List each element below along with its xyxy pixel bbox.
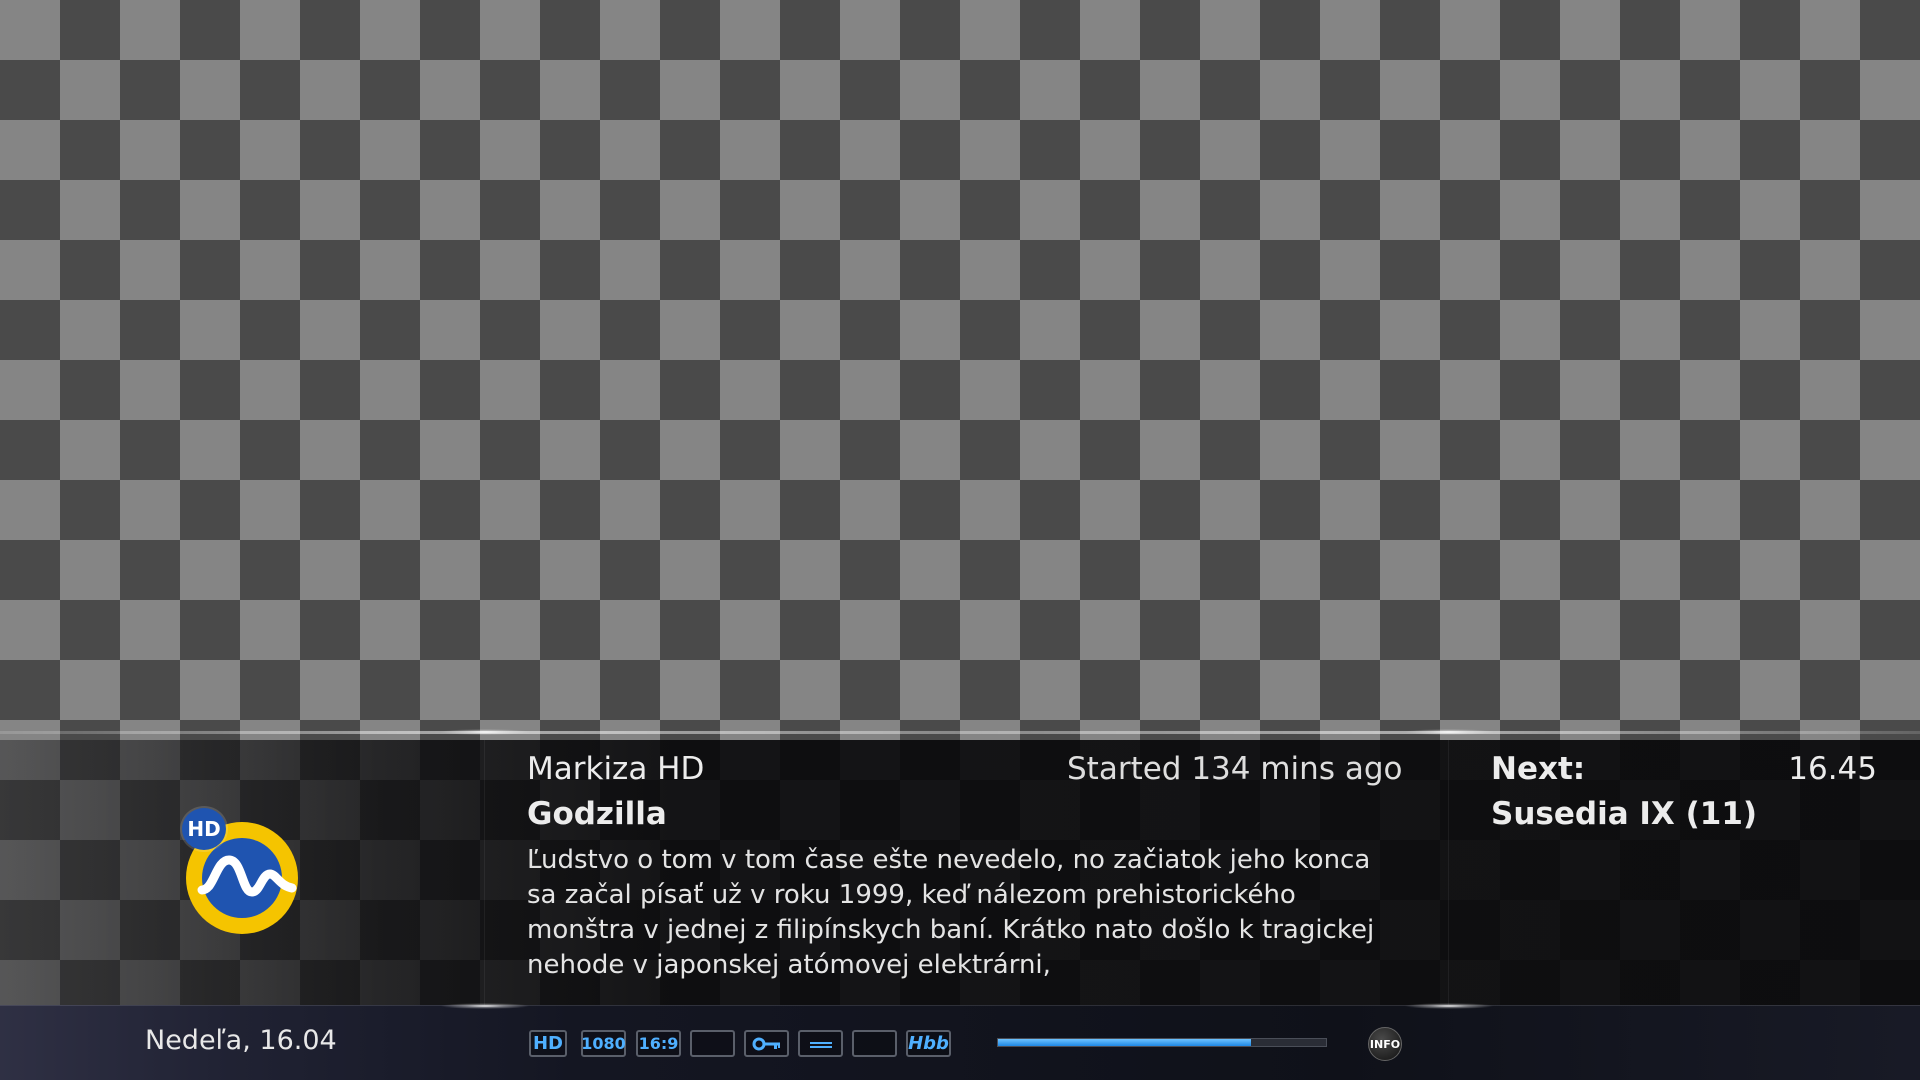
hd-channel-badge: HD [182,808,226,850]
empty-badge [690,1030,735,1057]
glint-right-bottom [1404,1003,1494,1009]
program-progress-bar [997,1038,1327,1047]
program-description: Ľudstvo o tom v tom čase ešte nevedelo, … [527,845,1375,980]
date-label: Nedeľa, 16.04 [145,1025,337,1056]
next-label: Next: [1491,751,1586,787]
top-divider [0,731,1920,734]
subtitles-icon [798,1030,843,1057]
aspect-ratio-badge: 16:9 [636,1030,681,1057]
hd-badge: HD [529,1030,567,1057]
channel-name: Markiza HD [527,751,705,787]
glint-left-bottom [440,1003,530,1009]
glint-right-top [1404,729,1494,735]
hbbtv-icon: Hbb [906,1030,951,1057]
resolution-badge: 1080 [581,1030,626,1057]
glint-left-top [440,729,530,735]
next-program-title: Susedia IX (11) [1491,796,1758,832]
next-time: 16.45 [1788,751,1877,787]
key-icon [744,1030,789,1057]
empty-badge-2 [852,1030,897,1057]
started-time: Started 134 mins ago [1067,751,1403,787]
progress-fill [998,1039,1251,1046]
program-title: Godzilla [527,796,667,832]
info-button[interactable]: INFO [1368,1027,1402,1061]
